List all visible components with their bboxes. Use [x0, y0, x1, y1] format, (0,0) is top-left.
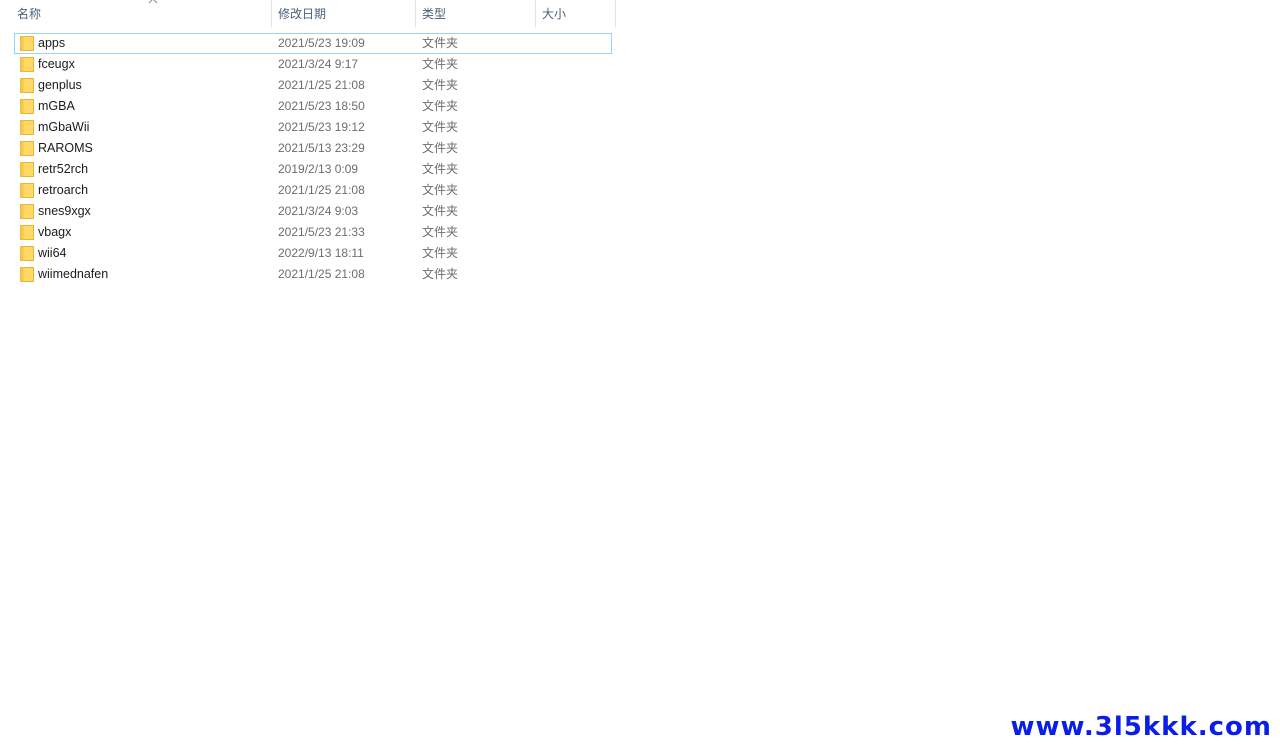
file-row-retr52rch[interactable]: retr52rch 2019/2/13 0:09 文件夹 — [0, 159, 612, 180]
file-row-fceugx[interactable]: fceugx 2021/3/24 9:17 文件夹 — [0, 54, 612, 75]
file-type: 文件夹 — [422, 183, 459, 197]
file-date: 2021/1/25 21:08 — [278, 183, 365, 197]
file-date: 2021/1/25 21:08 — [278, 267, 365, 281]
file-name: fceugx — [38, 57, 75, 71]
folder-icon — [20, 204, 34, 219]
folder-icon — [20, 267, 34, 282]
file-row-vbagx[interactable]: vbagx 2021/5/23 21:33 文件夹 — [0, 222, 612, 243]
file-date: 2019/2/13 0:09 — [278, 162, 359, 176]
file-name: wiimednafen — [38, 267, 109, 281]
file-date: 2021/3/24 9:17 — [278, 57, 359, 71]
column-header-size[interactable]: 大小 — [536, 0, 616, 28]
folder-icon — [20, 78, 34, 93]
file-name: vbagx — [38, 225, 72, 239]
column-header-name[interactable]: 名称 — [11, 0, 272, 28]
file-row-genplus[interactable]: genplus 2021/1/25 21:08 文件夹 — [0, 75, 612, 96]
file-row-snes9xgx[interactable]: snes9xgx 2021/3/24 9:03 文件夹 — [0, 201, 612, 222]
file-name: retroarch — [38, 183, 89, 197]
file-name: wii64 — [38, 246, 67, 260]
file-date: 2021/5/23 18:50 — [278, 99, 365, 113]
column-header-type[interactable]: 类型 — [416, 0, 536, 28]
file-name: snes9xgx — [38, 204, 91, 218]
file-type: 文件夹 — [422, 120, 459, 134]
column-header-type-label: 类型 — [422, 7, 447, 21]
folder-icon — [20, 57, 34, 72]
file-type: 文件夹 — [422, 246, 459, 260]
column-header-date[interactable]: 修改日期 — [272, 0, 416, 28]
folder-icon — [20, 36, 34, 51]
column-header-size-label: 大小 — [542, 7, 567, 21]
file-type: 文件夹 — [422, 57, 459, 71]
column-header-bar: 名称 修改日期 类型 大小 — [0, 0, 616, 28]
file-row-retroarch[interactable]: retroarch 2021/1/25 21:08 文件夹 — [0, 180, 612, 201]
folder-icon — [20, 225, 34, 240]
folder-icon — [20, 246, 34, 261]
file-name: genplus — [38, 78, 82, 92]
file-row-raroms[interactable]: RAROMS 2021/5/13 23:29 文件夹 — [0, 138, 612, 159]
file-name: mGbaWii — [38, 120, 90, 134]
file-type: 文件夹 — [422, 36, 459, 50]
file-date: 2021/5/13 23:29 — [278, 141, 365, 155]
file-type: 文件夹 — [422, 99, 459, 113]
chevron-up-icon — [148, 0, 158, 4]
file-row-mgbawii[interactable]: mGbaWii 2021/5/23 19:12 文件夹 — [0, 117, 612, 138]
file-name: apps — [38, 36, 66, 50]
file-list: apps 2021/5/23 19:09 文件夹 fceugx 2021/3/2… — [0, 33, 616, 285]
folder-icon — [20, 183, 34, 198]
folder-icon — [20, 162, 34, 177]
file-date: 2021/1/25 21:08 — [278, 78, 365, 92]
file-row-apps[interactable]: apps 2021/5/23 19:09 文件夹 — [14, 33, 612, 54]
file-row-wii64[interactable]: wii64 2022/9/13 18:11 文件夹 — [0, 243, 612, 264]
file-date: 2021/3/24 9:03 — [278, 204, 359, 218]
watermark-text: www.3l5kkk.com — [1010, 712, 1272, 742]
column-header-name-label: 名称 — [17, 7, 42, 21]
file-name: mGBA — [38, 99, 75, 113]
file-type: 文件夹 — [422, 78, 459, 92]
file-type: 文件夹 — [422, 267, 459, 281]
file-explorer: 名称 修改日期 类型 大小 apps 2021/5/23 19:09 文件夹 f… — [0, 0, 1280, 744]
file-type: 文件夹 — [422, 141, 459, 155]
file-date: 2021/5/23 19:09 — [278, 36, 365, 50]
file-row-wiimednafen[interactable]: wiimednafen 2021/1/25 21:08 文件夹 — [0, 264, 612, 285]
file-type: 文件夹 — [422, 162, 459, 176]
folder-icon — [20, 120, 34, 135]
column-header-date-label: 修改日期 — [278, 7, 327, 21]
folder-icon — [20, 99, 34, 114]
file-name: RAROMS — [38, 141, 93, 155]
file-type: 文件夹 — [422, 204, 459, 218]
file-type: 文件夹 — [422, 225, 459, 239]
file-name: retr52rch — [38, 162, 89, 176]
file-date: 2022/9/13 18:11 — [278, 246, 364, 260]
folder-icon — [20, 141, 34, 156]
file-date: 2021/5/23 21:33 — [278, 225, 365, 239]
file-date: 2021/5/23 19:12 — [278, 120, 365, 134]
file-row-mgba[interactable]: mGBA 2021/5/23 18:50 文件夹 — [0, 96, 612, 117]
